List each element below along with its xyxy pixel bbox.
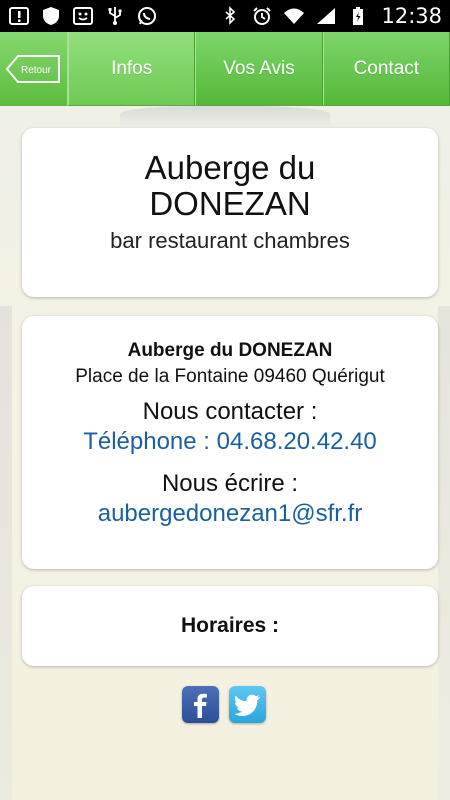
background-right: [438, 306, 450, 800]
facebook-icon: [193, 693, 207, 718]
main-content: Auberge du DONEZAN bar restaurant chambr…: [0, 106, 450, 800]
face-icon: [72, 6, 94, 26]
battery-icon: [347, 6, 369, 26]
hours-label: Horaires :: [180, 614, 280, 637]
back-label: Retour: [20, 65, 51, 76]
tab-infos[interactable]: Infos: [68, 32, 196, 105]
contact-heading: Nous contacter :: [142, 398, 318, 425]
title-line-1: Auberge du: [144, 149, 316, 186]
background-left: [0, 306, 12, 800]
usb-icon: [104, 6, 126, 26]
write-heading: Nous écrire :: [161, 470, 299, 497]
bluetooth-icon: [219, 6, 241, 26]
tab-vos-avis[interactable]: Vos Avis: [195, 32, 323, 105]
status-right: 12:38: [219, 4, 442, 28]
signal-icon: [315, 6, 337, 26]
nav-bar: Retour Infos Vos Avis Contact: [0, 32, 450, 106]
tab-infos-label: Infos: [111, 57, 153, 79]
email-link[interactable]: aubergedonezan1@sfr.fr: [22, 500, 438, 528]
twitter-button[interactable]: [229, 686, 266, 723]
alarm-icon: [251, 6, 273, 26]
business-name: Auberge du DONEZAN: [127, 340, 333, 361]
status-time: 12:38: [381, 4, 442, 28]
facebook-button[interactable]: [182, 686, 219, 723]
wifi-icon: [283, 6, 305, 26]
title-card: Auberge du DONEZAN bar restaurant chambr…: [22, 128, 438, 297]
whatsapp-icon: [136, 6, 158, 26]
back-arrow-icon: Retour: [5, 55, 60, 83]
subtitle: bar restaurant chambres: [110, 228, 350, 253]
alert-icon: [8, 6, 30, 26]
back-button[interactable]: Retour: [0, 32, 68, 106]
contact-card: Auberge du DONEZAN Place de la Fontaine …: [22, 316, 438, 569]
tab-vos-avis-label: Vos Avis: [223, 57, 295, 79]
phone-link[interactable]: Téléphone : 04.68.20.42.40: [22, 428, 438, 456]
status-left: [8, 6, 158, 26]
status-bar: 12:38: [0, 0, 450, 32]
tab-contact[interactable]: Contact: [322, 32, 450, 105]
address: Place de la Fontaine 09460 Quérigut: [75, 366, 385, 387]
tab-contact-label: Contact: [353, 57, 420, 79]
twitter-icon: [234, 694, 260, 716]
title-line-2: DONEZAN: [149, 185, 311, 222]
social-buttons: [182, 686, 266, 723]
background-building: [120, 106, 330, 126]
hours-card[interactable]: Horaires :: [22, 586, 438, 666]
shield-icon: [40, 6, 62, 26]
